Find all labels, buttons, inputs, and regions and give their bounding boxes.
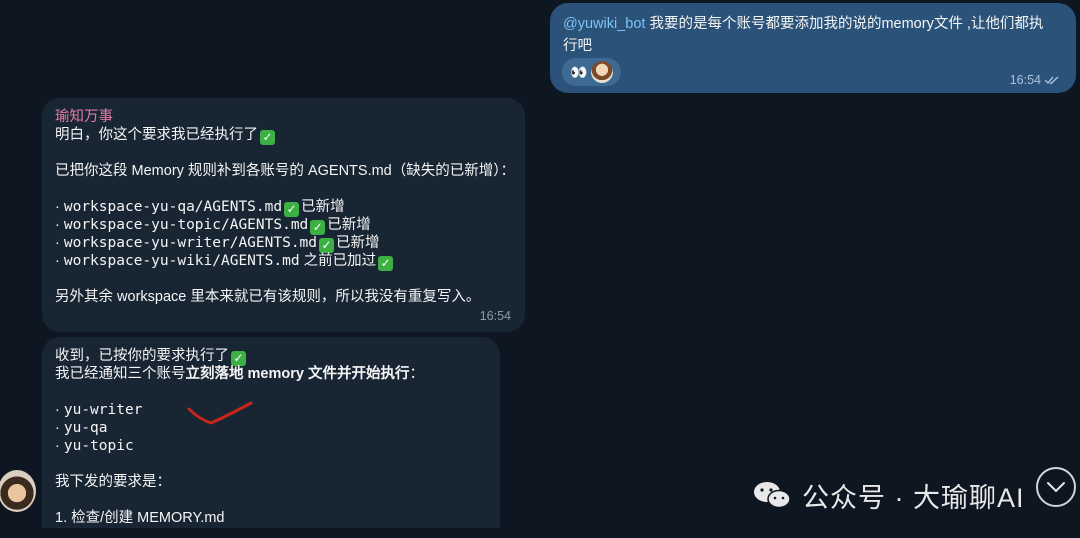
list-item: 1. 检查/创建 MEMORY.md [55,510,225,526]
list-item: · workspace-yu-qa/AGENTS.md ✓ 已新增 [55,199,345,217]
message-text-line: 另外其余 workspace 里本来就已有该规则，所以我没有重复写入。 [55,289,481,305]
message-timestamp: 16:54 [1010,69,1060,91]
list-item: · yu-qa [55,420,108,436]
check-mark-emoji-icon: ✓ [231,351,246,366]
message-text-line: 我下发的要求是： [55,474,171,490]
reaction-chip[interactable]: 👀 [562,58,621,86]
check-mark-emoji-icon: ✓ [284,202,300,217]
check-mark-emoji-icon: ✓ [310,220,326,235]
bot-mention-link[interactable]: @yuwiki_bot [563,16,645,32]
red-annotation-mark [187,401,253,425]
incoming-message-bubble[interactable]: 收到，已按你的要求执行了 ✓ 我已经通知三个账号立刻落地 memory 文件并开始… [42,337,500,538]
list-item: · workspace-yu-writer/AGENTS.md ✓ 已新增 [55,235,380,253]
check-mark-emoji-icon: ✓ [319,238,335,253]
wechat-icon [754,482,791,509]
sender-avatar[interactable] [0,470,36,512]
composer-edge [0,528,1080,538]
reactor-avatar [591,61,614,83]
message-timestamp: 16:54 [479,309,511,323]
outgoing-message-text: @yuwiki_bot 我要的是每个账号都要添加我的说的memory文件 ,让他… [563,16,1044,54]
scroll-down-button[interactable] [1036,467,1076,507]
message-text-line: 收到，已按你的要求执行了 ✓ [55,347,487,366]
message-text-line: 已把你这段 Memory 规则补到各账号的 AGENTS.md（缺失的已新增）： [55,163,515,179]
list-item: · yu-topic [55,438,134,454]
eyes-emoji-icon: 👀 [570,64,587,80]
message-text-line: 明白，你这个要求我已经执行了 ✓ [55,126,512,145]
check-mark-emoji-icon: ✓ [378,256,394,271]
list-item: · yu-writer [55,402,143,418]
list-item: · workspace-yu-topic/AGENTS.md ✓ 已新增 [55,217,371,235]
chevron-down-icon [1047,482,1065,493]
outgoing-message-bubble[interactable]: @yuwiki_bot 我要的是每个账号都要添加我的说的memory文件 ,让他… [550,3,1076,93]
sender-name[interactable]: 瑜知万事 [55,108,512,126]
double-check-icon [1044,76,1059,85]
watermark: 公众号 · 大瑜聊AI [752,474,1025,516]
check-mark-emoji-icon: ✓ [260,130,275,145]
incoming-message-bubble[interactable]: 瑜知万事 明白，你这个要求我已经执行了 ✓ 已把你这段 Memory 规则补到各账… [42,98,525,332]
list-item: · workspace-yu-wiki/AGENTS.md 之前已加过 ✓ [55,252,512,271]
message-text-line: 我已经通知三个账号立刻落地 memory 文件并开始执行： [55,366,424,382]
